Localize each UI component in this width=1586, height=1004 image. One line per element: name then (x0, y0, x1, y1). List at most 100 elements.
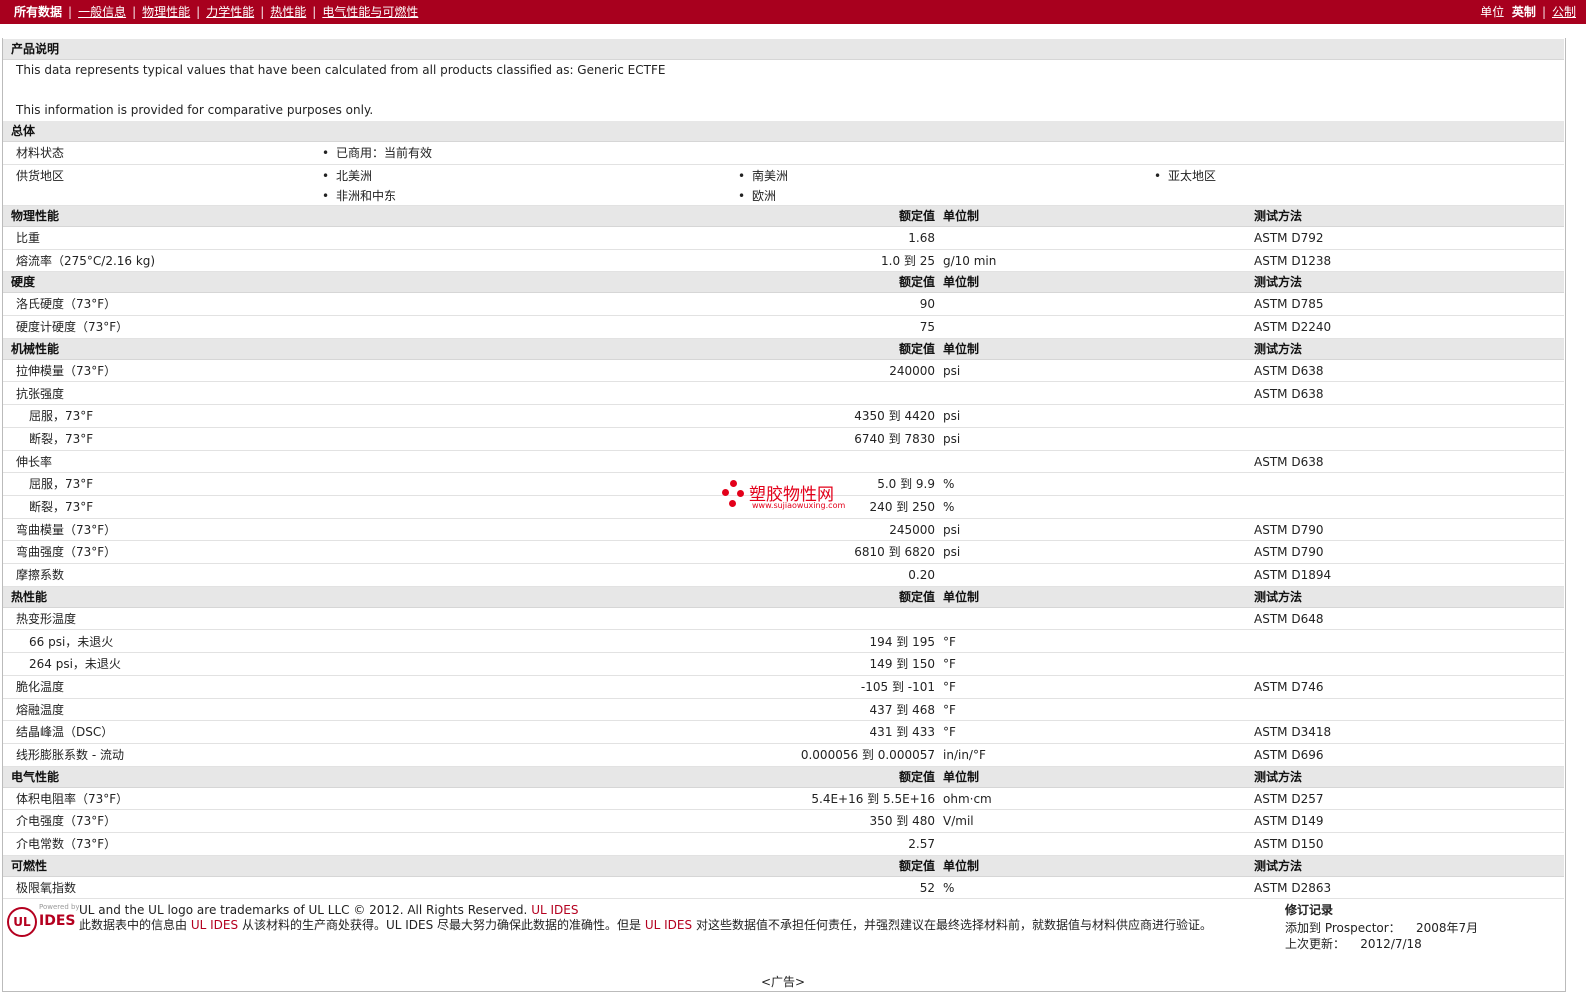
header-unit: 单位制 (943, 858, 980, 873)
property-row: 弯曲模量（73°F） 245000 psi ASTM D790 (3, 519, 1564, 542)
nav-thermal[interactable]: 热性能 (270, 0, 306, 24)
header-unit: 单位制 (943, 589, 980, 604)
nav-separator: | (196, 5, 201, 19)
test-method[interactable]: ASTM D790 (1254, 519, 1323, 541)
region-item: 南美洲 (738, 165, 788, 187)
property-label: 比重 (16, 231, 41, 245)
test-method[interactable]: ASTM D638 (1254, 360, 1323, 382)
section-title: 物理性能 (11, 209, 60, 223)
property-value: 6810 到 6820 (854, 545, 935, 560)
property-unit: % (943, 477, 955, 492)
footer-text: UL and the UL logo are trademarks of UL … (79, 903, 1259, 933)
property-value: 245000 (889, 522, 935, 537)
nav-mechanical[interactable]: 力学性能 (206, 0, 254, 24)
property-label: 热变形温度 (16, 611, 77, 626)
nav-all-data[interactable]: 所有数据 (14, 0, 62, 24)
region-item: 非洲和中东 (322, 185, 396, 207)
test-method[interactable]: ASTM D1894 (1254, 564, 1331, 586)
header-unit: 单位制 (943, 341, 980, 356)
footer: Powered by UL IDES UL and the UL logo ar… (3, 895, 1564, 965)
test-method[interactable]: ASTM D785 (1254, 293, 1323, 315)
nav-physical[interactable]: 物理性能 (142, 0, 190, 24)
test-method[interactable]: ASTM D790 (1254, 541, 1323, 563)
property-unit: psi (943, 545, 961, 560)
property-label: 断裂，73°F (29, 500, 94, 514)
test-method[interactable]: ASTM D150 (1254, 833, 1323, 855)
property-row: 66 psi，未退火 194 到 195 °F (3, 631, 1564, 654)
property-value: 5.0 到 9.9 (877, 477, 935, 492)
unit-imperial[interactable]: 英制 (1512, 5, 1536, 19)
property-row: 介电强度（73°F） 350 到 480 V/mil ASTM D149 (3, 810, 1564, 834)
test-method[interactable]: ASTM D792 (1254, 227, 1323, 249)
property-value: -105 到 -101 (860, 679, 935, 694)
nav-electrical-flammability[interactable]: 电气性能与可燃性 (322, 0, 418, 24)
test-method[interactable]: ASTM D3418 (1254, 721, 1331, 743)
trademark-text: UL and the UL logo are trademarks of UL … (79, 903, 528, 917)
test-method[interactable]: ASTM D2240 (1254, 316, 1331, 338)
test-method[interactable]: ASTM D638 (1254, 451, 1323, 473)
test-method[interactable]: ASTM D1238 (1254, 250, 1331, 272)
property-value: 90 (919, 297, 935, 312)
section-title: 机械性能 (11, 341, 60, 356)
property-row: 摩擦系数 0.20 ASTM D1894 (3, 564, 1564, 587)
property-label: 结晶峰温（DSC） (16, 725, 114, 740)
nav-separator: | (260, 5, 265, 19)
unit-separator: | (1541, 5, 1546, 19)
ul-ides-link[interactable]: UL IDES (531, 903, 578, 917)
property-row: 脆化温度 -105 到 -101 °F ASTM D746 (3, 676, 1564, 699)
property-label: 脆化温度 (16, 679, 65, 694)
property-row: 线形膨胀系数 - 流动 0.000056 到 0.000057 in/in/°F AS… (3, 744, 1564, 767)
test-method[interactable]: ASTM D696 (1254, 744, 1323, 766)
test-method[interactable]: ASTM D638 (1254, 383, 1323, 405)
property-label: 熔融温度 (16, 702, 65, 717)
section-nav: 所有数据 | 一般信息 | 物理性能 | 力学性能 | 热性能 | 电气性能与可燃性 (14, 0, 418, 24)
header-unit: 单位制 (943, 769, 980, 784)
property-value: 6740 到 7830 (854, 431, 935, 446)
description-line-1: This data represents typical values that… (16, 63, 666, 77)
revision-added: 添加到 Prospector： 2008年7月 (1285, 919, 1478, 936)
unit-metric[interactable]: 公制 (1552, 5, 1576, 19)
ul-logo-icon: UL (7, 907, 37, 937)
section-header: 可燃性 额定值 单位制 测试方法 (3, 855, 1564, 877)
property-label: 抗张强度 (16, 386, 65, 401)
ul-ides-brand: UL IDES (644, 918, 693, 932)
property-value: 149 到 150 (869, 657, 935, 672)
property-value: 2.57 (908, 837, 935, 852)
test-method[interactable]: ASTM D149 (1254, 810, 1323, 832)
property-unit: in/in/°F (943, 748, 986, 762)
ides-logo: IDES (39, 913, 76, 929)
property-row: 弯曲强度（73°F） 6810 到 6820 psi ASTM D790 (3, 541, 1564, 565)
unit-label: 单位 (1480, 5, 1505, 19)
property-value: 240 到 250 (869, 500, 935, 514)
property-label: 介电强度（73°F） (16, 814, 117, 829)
property-value: 0.000056 到 0.000057 (800, 748, 935, 762)
test-method[interactable]: ASTM D648 (1254, 608, 1323, 630)
property-value: 75 (919, 320, 935, 335)
property-value: 0.20 (908, 568, 935, 583)
property-row: 体积电阻率（73°F） 5.4E+16 到 5.5E+16 ohm·cm ASTM D… (3, 788, 1564, 811)
watermark-url: www.sujiaowuxing.com (752, 501, 846, 510)
supply-region-row: 供货地区 北美洲 南美洲 亚太地区 非洲和中东 欧洲 (3, 165, 1564, 207)
section-header: 硬度 额定值 单位制 测试方法 (3, 272, 1564, 294)
property-unit: °F (943, 657, 956, 672)
property-row: 介电常数（73°F） 2.57 ASTM D150 (3, 833, 1564, 856)
supply-region-label: 供货地区 (16, 169, 65, 183)
property-label: 伸长率 (16, 454, 53, 469)
header-method: 测试方法 (1254, 341, 1303, 356)
nav-general-info[interactable]: 一般信息 (78, 0, 126, 24)
region-item: 北美洲 (322, 165, 372, 187)
section-title: 产品说明 (11, 42, 60, 56)
description-line-2: This information is provided for compara… (16, 103, 374, 117)
header-value: 额定值 (898, 858, 935, 873)
test-method[interactable]: ASTM D746 (1254, 676, 1323, 698)
property-label: 66 psi，未退火 (29, 634, 114, 649)
section-title: 热性能 (11, 589, 48, 604)
section-title: 电气性能 (11, 769, 60, 784)
property-label: 弯曲模量（73°F） (16, 522, 117, 537)
property-row: 热变形温度 ASTM D648 (3, 608, 1564, 631)
nav-separator: | (68, 5, 73, 19)
property-label: 熔流率（275°C/2.16 kg) (16, 253, 156, 268)
header-unit: 单位制 (943, 275, 980, 290)
section-header-description: 产品说明 (3, 39, 1564, 60)
test-method[interactable]: ASTM D257 (1254, 788, 1323, 810)
